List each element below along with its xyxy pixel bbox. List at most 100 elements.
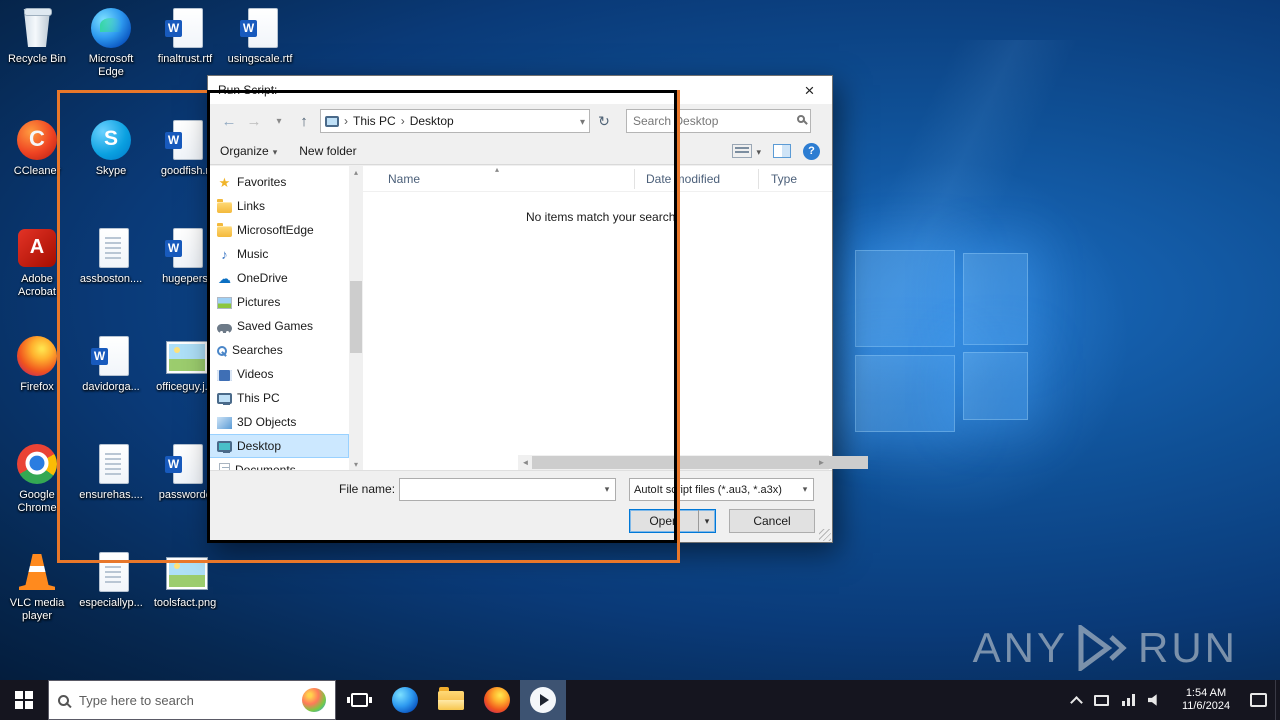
image-file-icon bbox=[162, 334, 208, 378]
hidden-icons-chevron-icon[interactable] bbox=[1071, 695, 1081, 705]
anyrun-watermark: ANY RUN bbox=[973, 624, 1238, 672]
desktop-icon-skype[interactable]: Skype bbox=[74, 118, 148, 178]
desktop-icon-davidorga[interactable]: davidorga... bbox=[74, 334, 148, 394]
word-file-icon bbox=[162, 226, 208, 270]
column-header-type[interactable]: Type bbox=[771, 166, 797, 192]
forward-icon[interactable] bbox=[243, 110, 265, 132]
scroll-up-icon[interactable]: ▴ bbox=[349, 166, 363, 180]
desktop-icon-label: Adobe Acrobat bbox=[18, 273, 56, 298]
sidebar-item-pictures[interactable]: Pictures bbox=[208, 290, 349, 314]
sidebar-item-label: This PC bbox=[237, 391, 280, 405]
desktop-icon-adobe-acrobat[interactable]: Adobe Acrobat bbox=[0, 226, 74, 299]
sidebar-item-label: Desktop bbox=[237, 439, 282, 453]
open-dropdown-icon[interactable] bbox=[698, 510, 715, 532]
sidebar-item-3d-objects[interactable]: 3D Objects bbox=[208, 410, 349, 434]
history-chevron-icon[interactable] bbox=[268, 110, 290, 132]
column-header-date-modified[interactable]: Date modified bbox=[646, 166, 720, 192]
scroll-left-icon[interactable]: ◄ bbox=[518, 455, 533, 470]
news-interests-icon[interactable] bbox=[302, 688, 326, 712]
refresh-icon[interactable] bbox=[593, 110, 615, 132]
skype-icon bbox=[88, 118, 134, 162]
organize-button[interactable]: Organize bbox=[220, 144, 277, 158]
desktop-icon-ensurehas[interactable]: ensurehas.... bbox=[74, 442, 148, 502]
column-divider[interactable] bbox=[634, 169, 635, 189]
taskbar-search-input[interactable] bbox=[77, 691, 294, 709]
sidebar-item-label: Saved Games bbox=[237, 319, 314, 333]
taskbar-clock[interactable]: 1:54 AM 11/6/2024 bbox=[1175, 687, 1237, 713]
chevron-down-icon[interactable] bbox=[599, 484, 615, 495]
desktop-icon-google-chrome[interactable]: Google Chrome bbox=[0, 442, 74, 515]
dialog-search-input[interactable] bbox=[626, 109, 811, 133]
desktop-icon-toolsfact[interactable]: toolsfact.png bbox=[148, 550, 222, 610]
recycle-bin-icon bbox=[14, 6, 60, 50]
back-icon[interactable] bbox=[218, 110, 240, 132]
start-button[interactable] bbox=[0, 680, 48, 720]
desktop-icon-firefox[interactable]: Firefox bbox=[0, 334, 74, 394]
taskbar: 1:54 AM 11/6/2024 bbox=[0, 680, 1280, 720]
desktop-icon-assboston[interactable]: assboston.... bbox=[74, 226, 148, 286]
help-icon[interactable] bbox=[803, 142, 820, 160]
sidebar-item-saved-games[interactable]: Saved Games bbox=[208, 314, 349, 338]
open-button[interactable]: Open bbox=[629, 509, 716, 533]
taskbar-firefox-button[interactable] bbox=[474, 680, 520, 720]
preview-pane-icon[interactable] bbox=[773, 144, 791, 158]
windows-logo-pane bbox=[855, 250, 955, 347]
desktop-icon-recycle-bin[interactable]: Recycle Bin bbox=[0, 6, 74, 66]
dialog-titlebar[interactable]: Run Script: bbox=[208, 76, 832, 104]
action-center-icon[interactable] bbox=[1250, 693, 1267, 707]
ccleaner-icon bbox=[14, 118, 60, 162]
volume-icon[interactable] bbox=[1148, 694, 1157, 706]
breadcrumb-this-pc[interactable]: This PC bbox=[353, 114, 396, 128]
horizontal-scrollbar[interactable]: ◄ ► bbox=[518, 455, 868, 470]
address-bar[interactable]: This PC Desktop bbox=[320, 109, 590, 133]
scrollbar-thumb[interactable] bbox=[350, 281, 362, 353]
desktop-icon-vlc[interactable]: VLC media player bbox=[0, 550, 74, 623]
taskbar-edge-button[interactable] bbox=[382, 680, 428, 720]
windows-logo-pane bbox=[855, 355, 955, 432]
sidebar-item-desktop[interactable]: Desktop bbox=[208, 434, 349, 458]
sidebar-item-label: Searches bbox=[232, 343, 283, 357]
cancel-button[interactable]: Cancel bbox=[729, 509, 815, 533]
desktop-icon-ccleaner[interactable]: CCleaner bbox=[0, 118, 74, 178]
close-icon[interactable] bbox=[787, 76, 832, 104]
column-header-name[interactable]: Name bbox=[388, 166, 420, 192]
taskbar-search bbox=[48, 680, 336, 720]
view-switcher-button[interactable] bbox=[732, 144, 761, 158]
file-type-combobox[interactable]: AutoIt script files (*.au3, *.a3x) bbox=[629, 478, 814, 501]
desktop-icon-label: usingscale.rtf bbox=[227, 53, 293, 65]
desktop-icon-label: especiallyp... bbox=[79, 597, 143, 609]
desktop-icon-especiallyp[interactable]: especiallyp... bbox=[74, 550, 148, 610]
resize-grip[interactable] bbox=[819, 529, 831, 541]
taskbar-anyrun-button[interactable] bbox=[520, 680, 566, 720]
breadcrumb-desktop[interactable]: Desktop bbox=[410, 114, 454, 128]
sidebar-item-onedrive[interactable]: OneDrive bbox=[208, 266, 349, 290]
taskbar-file-explorer-button[interactable] bbox=[428, 680, 474, 720]
desktop-icon-label: Google Chrome bbox=[17, 489, 57, 514]
desktop-icon-microsoft-edge[interactable]: Microsoft Edge bbox=[74, 6, 148, 79]
sidebar-item-music[interactable]: Music bbox=[208, 242, 349, 266]
desktop-icon-usingscale[interactable]: usingscale.rtf bbox=[223, 6, 297, 66]
tray-display-icon[interactable] bbox=[1094, 694, 1109, 706]
search-icon bbox=[58, 694, 69, 706]
search-icon bbox=[217, 346, 227, 356]
sidebar-item-favorites[interactable]: Favorites bbox=[208, 170, 349, 194]
breadcrumb-separator-icon bbox=[343, 114, 349, 128]
scroll-right-icon[interactable]: ► bbox=[814, 455, 829, 470]
dialog-footer: File name: AutoIt script files (*.au3, *… bbox=[208, 470, 832, 542]
up-icon[interactable] bbox=[293, 110, 315, 132]
file-name-input[interactable] bbox=[400, 479, 599, 500]
edge-icon bbox=[392, 687, 418, 713]
sidebar-item-this-pc[interactable]: This PC bbox=[208, 386, 349, 410]
sidebar-item-links[interactable]: Links bbox=[208, 194, 349, 218]
address-dropdown-icon[interactable] bbox=[580, 114, 585, 128]
sidebar-item-videos[interactable]: Videos bbox=[208, 362, 349, 386]
show-desktop-button[interactable] bbox=[1275, 680, 1280, 720]
task-view-button[interactable] bbox=[336, 680, 382, 720]
sidebar-item-microsoftedge[interactable]: MicrosoftEdge bbox=[208, 218, 349, 242]
sidebar-scrollbar[interactable]: ▴ ▾ bbox=[349, 166, 363, 472]
network-icon[interactable] bbox=[1122, 694, 1135, 706]
desktop-icon-finaltrust[interactable]: finaltrust.rtf bbox=[148, 6, 222, 66]
column-divider[interactable] bbox=[758, 169, 759, 189]
new-folder-button[interactable]: New folder bbox=[299, 144, 356, 158]
sidebar-item-searches[interactable]: Searches bbox=[208, 338, 349, 362]
